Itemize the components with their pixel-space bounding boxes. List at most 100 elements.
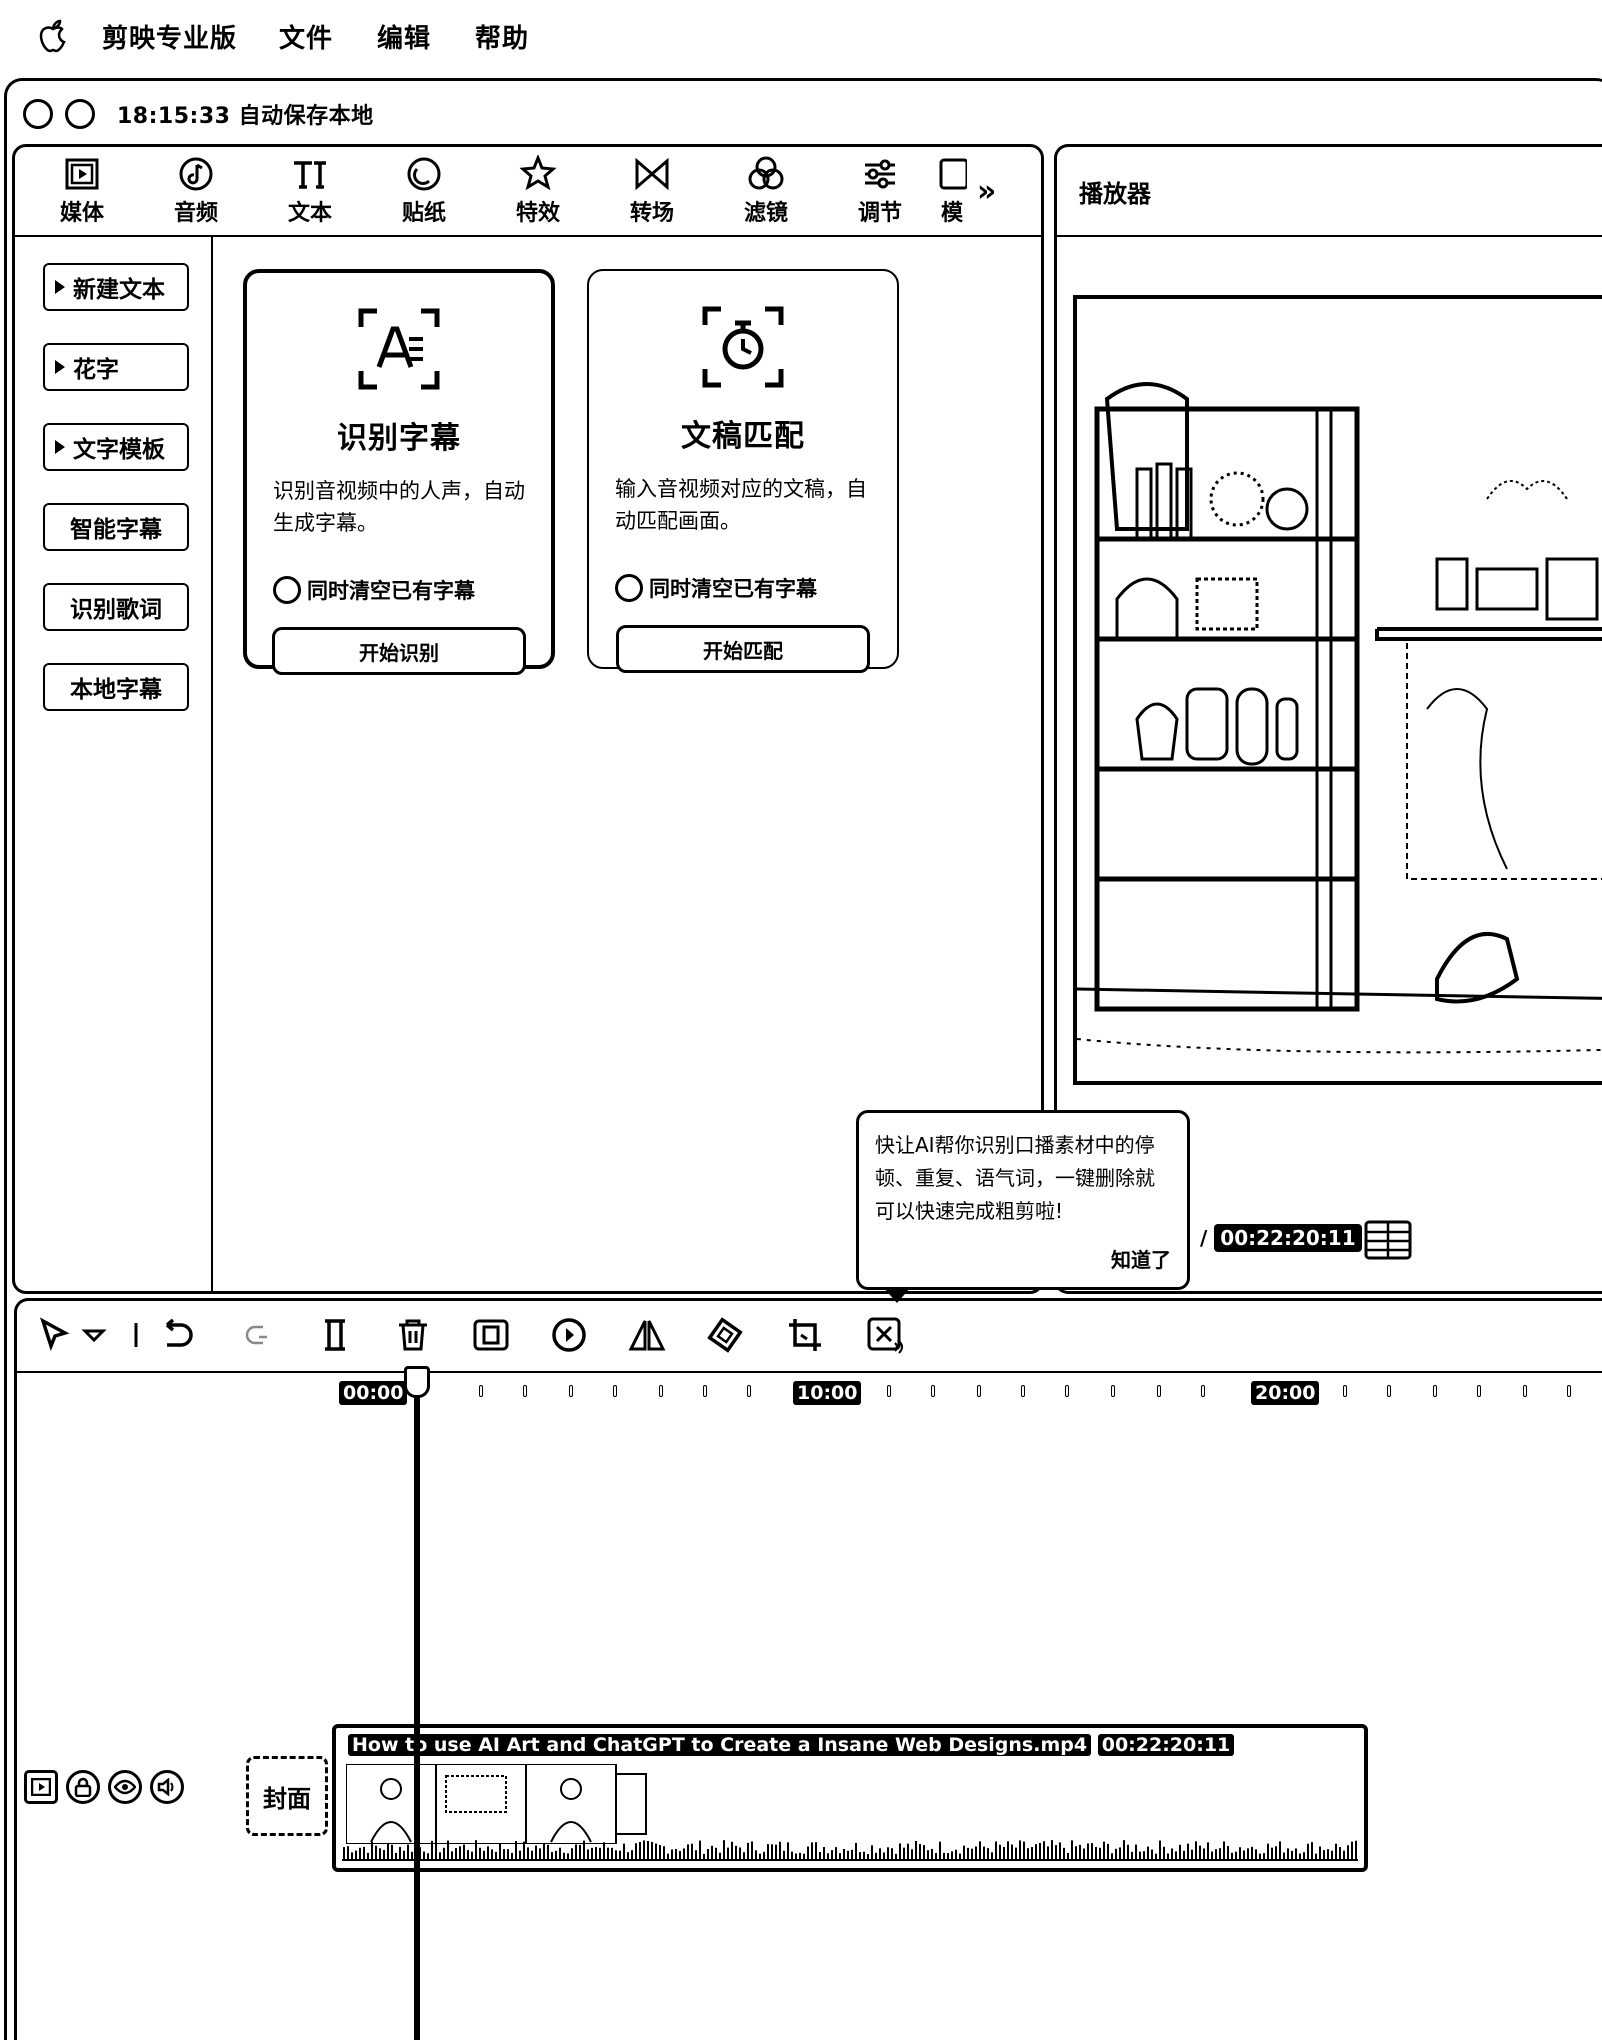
tooltip-ok-button[interactable]: 知道了 (1111, 1244, 1171, 1273)
ruler-tick (1387, 1385, 1391, 1397)
ruler-tick (1111, 1385, 1115, 1397)
ruler-tick (523, 1385, 527, 1397)
media-icon (65, 158, 99, 190)
ruler-tick (1021, 1385, 1025, 1397)
reverse-icon[interactable] (549, 1315, 589, 1355)
sidebar-item-text-template[interactable]: 文字模板 (43, 423, 189, 471)
ruler-tick (613, 1385, 617, 1397)
lock-icon[interactable] (66, 1770, 100, 1804)
clip-thumbnails (346, 1764, 647, 1844)
clear-subtitles-checkbox[interactable] (273, 576, 301, 604)
clip-duration: 00:22:20:11 (1097, 1734, 1235, 1756)
rotate-icon[interactable] (705, 1315, 745, 1355)
ruler-tick (703, 1385, 707, 1397)
cover-button[interactable]: 封面 (246, 1756, 328, 1836)
text-icon (294, 161, 326, 189)
start-recognize-button[interactable]: 开始识别 (272, 627, 526, 675)
track-video-icon[interactable] (24, 1770, 58, 1804)
clip-label: How to use AI Art and ChatGPT to Create … (348, 1734, 1235, 1756)
text-sidebar: 新建文本 花字 文字模板 智能字幕 识别歌词 本地字幕 (15, 237, 213, 1293)
playhead-line[interactable] (414, 1370, 420, 2040)
ruler-tick (747, 1385, 751, 1397)
ruler-tick (977, 1385, 981, 1397)
sticker-icon (407, 157, 441, 191)
sidebar-item-smart-subtitle[interactable]: 智能字幕 (43, 503, 189, 551)
card-description: 识别音视频中的人声，自动生成字幕。 (273, 479, 525, 535)
clip-filename: How to use AI Art and ChatGPT to Create … (348, 1734, 1092, 1756)
timeline-toolbar (17, 1301, 1602, 1373)
audio-icon (179, 157, 213, 191)
sidebar-item-recognize-lyrics[interactable]: 识别歌词 (43, 583, 189, 631)
menu-edit[interactable]: 编辑 (377, 18, 431, 55)
layout-toggle-icon[interactable] (1364, 1220, 1412, 1260)
tab-filter[interactable]: 滤镜 (709, 155, 823, 227)
sidebar-item-local-subtitle[interactable]: 本地字幕 (43, 663, 189, 711)
undo-icon[interactable] (157, 1315, 197, 1355)
speaker-icon[interactable] (150, 1770, 184, 1804)
ruler-tick (1157, 1385, 1161, 1397)
chevron-down-icon[interactable] (81, 1315, 107, 1355)
more-tabs-button[interactable]: » (977, 174, 996, 209)
delete-icon[interactable] (393, 1315, 433, 1355)
recognize-subtitle-icon (358, 308, 440, 390)
script-match-card[interactable]: 文稿匹配 输入音视频对应的文稿，自动匹配画面。 同时清空已有字幕 开始匹配 (587, 269, 899, 673)
menu-app-name[interactable]: 剪映专业版 (102, 18, 237, 55)
clear-subtitles-option[interactable]: 同时清空已有字幕 (615, 573, 897, 603)
ruler-tick (479, 1385, 483, 1397)
category-tabs: 媒体 音频 文本 贴纸 特效 转场 滤镜 调节 模 » (15, 147, 1041, 237)
tooltip-arrow (883, 1287, 911, 1303)
video-frame-image (1077, 299, 1602, 1081)
sidebar-item-fancy-text[interactable]: 花字 (43, 343, 189, 391)
recognize-subtitle-card[interactable]: 识别字幕 识别音视频中的人声，自动生成字幕。 同时清空已有字幕 开始识别 (243, 269, 555, 675)
expand-arrow-icon (55, 440, 65, 454)
menu-help[interactable]: 帮助 (475, 18, 529, 55)
tab-effects[interactable]: 特效 (481, 155, 595, 227)
ruler-tick (1065, 1385, 1069, 1397)
start-match-button[interactable]: 开始匹配 (616, 625, 870, 673)
timecode-separator: / (1200, 1226, 1215, 1250)
ai-cut-tooltip: 快让AI帮你识别口播素材中的停顿、重复、语气词，一键删除就可以快速完成粗剪啦! … (856, 1110, 1190, 1303)
track-controls (24, 1770, 184, 1804)
script-match-icon (702, 306, 784, 388)
tab-adjust[interactable]: 调节 (823, 155, 937, 227)
tab-audio[interactable]: 音频 (139, 155, 253, 227)
ruler-tick (659, 1385, 663, 1397)
menu-file[interactable]: 文件 (279, 18, 333, 55)
title-bar: 18:15:33 自动保存本地 (7, 81, 1602, 147)
split-icon[interactable] (315, 1315, 355, 1355)
timeline-panel: 00:00 10:00 20:00 (14, 1298, 1602, 2040)
video-preview[interactable] (1073, 295, 1602, 1085)
sidebar-item-new-text[interactable]: 新建文本 (43, 263, 189, 311)
ruler-tick (1567, 1385, 1571, 1397)
mirror-icon[interactable] (627, 1315, 667, 1355)
clear-subtitles-option[interactable]: 同时清空已有字幕 (273, 575, 551, 605)
timeline-ruler[interactable]: 00:00 10:00 20:00 (17, 1373, 1602, 1421)
tab-transition[interactable]: 转场 (595, 155, 709, 227)
tooltip-text: 快让AI帮你识别口播素材中的停顿、重复、语气词，一键删除就可以快速完成粗剪啦! (875, 1133, 1155, 1223)
transition-icon (635, 157, 669, 191)
expand-arrow-icon (55, 280, 65, 294)
autosave-status: 18:15:33 自动保存本地 (117, 104, 374, 129)
ruler-tick (931, 1385, 935, 1397)
playhead-handle[interactable] (404, 1366, 430, 1398)
filter-icon (748, 156, 784, 190)
crop-icon[interactable] (785, 1315, 825, 1355)
menu-bar: 剪映专业版 文件 编辑 帮助 (0, 0, 1602, 72)
card-title: 文稿匹配 (681, 419, 805, 454)
tab-text[interactable]: 文本 (253, 155, 367, 227)
divider-icon (134, 1323, 138, 1347)
tab-sticker[interactable]: 贴纸 (367, 155, 481, 227)
apple-icon[interactable] (38, 19, 68, 53)
player-title: 播放器 (1057, 147, 1602, 237)
select-tool-icon[interactable] (35, 1315, 75, 1355)
smart-cut-icon[interactable] (865, 1315, 905, 1355)
card-description: 输入音视频对应的文稿，自动匹配画面。 (615, 477, 867, 533)
freeze-frame-icon[interactable] (471, 1315, 511, 1355)
visibility-eye-icon[interactable] (108, 1770, 142, 1804)
close-window-button[interactable] (23, 99, 53, 129)
tab-media[interactable]: 媒体 (25, 155, 139, 227)
clear-subtitles-checkbox[interactable] (615, 574, 643, 602)
tab-template[interactable]: 模 (937, 155, 967, 227)
minimize-window-button[interactable] (65, 99, 95, 129)
video-clip[interactable]: How to use AI Art and ChatGPT to Create … (332, 1724, 1368, 1872)
